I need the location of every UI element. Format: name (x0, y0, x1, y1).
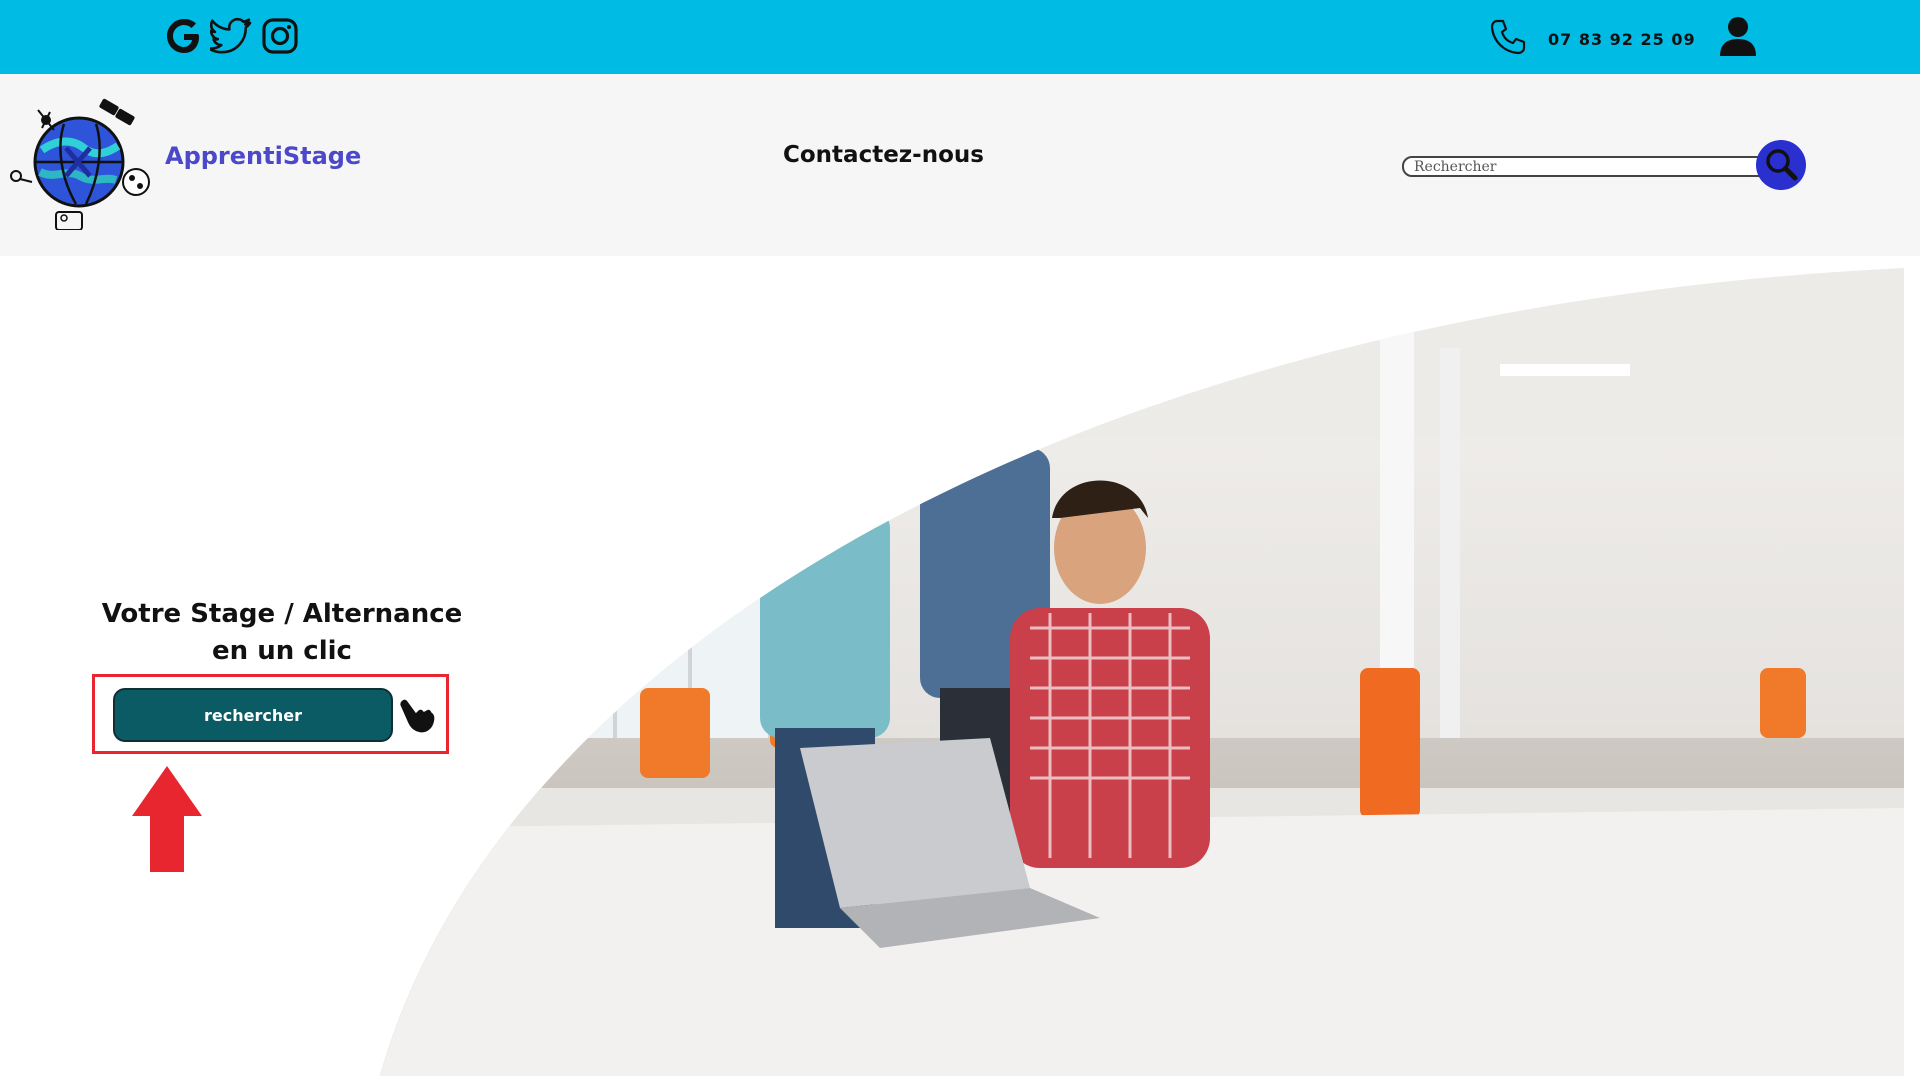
pointing-hand-icon (396, 694, 438, 736)
red-up-arrow-icon (132, 766, 202, 872)
phone-icon[interactable] (1488, 17, 1528, 61)
rechercher-button[interactable]: rechercher (113, 688, 393, 742)
search-icon (1763, 146, 1799, 185)
phone-number[interactable]: 07 83 92 25 09 (1548, 30, 1696, 49)
google-icon[interactable] (162, 14, 206, 58)
site-header: ApprentiStage Contactez-nous (0, 74, 1920, 256)
globe-logo-icon[interactable] (4, 90, 154, 231)
tagline-line-1: Votre Stage / Alternance (101, 599, 463, 629)
instagram-icon[interactable] (258, 14, 302, 58)
twitter-icon[interactable] (210, 14, 254, 58)
top-bar: 07 83 92 25 09 (0, 0, 1920, 74)
nav-contact-link[interactable]: Contactez-nous (783, 142, 984, 168)
brand-name-link[interactable]: ApprentiStage (165, 142, 361, 170)
social-links (162, 14, 302, 58)
phone-contact: 07 83 92 25 09 (1488, 17, 1696, 61)
search-input[interactable] (1402, 156, 1772, 177)
office-team-photo (380, 268, 1904, 1076)
search-button[interactable] (1756, 140, 1806, 190)
user-icon[interactable] (1716, 14, 1760, 58)
hero-tagline: Votre Stage / Alternance en un clic (100, 596, 464, 670)
tagline-line-2: en un clic (212, 636, 352, 666)
